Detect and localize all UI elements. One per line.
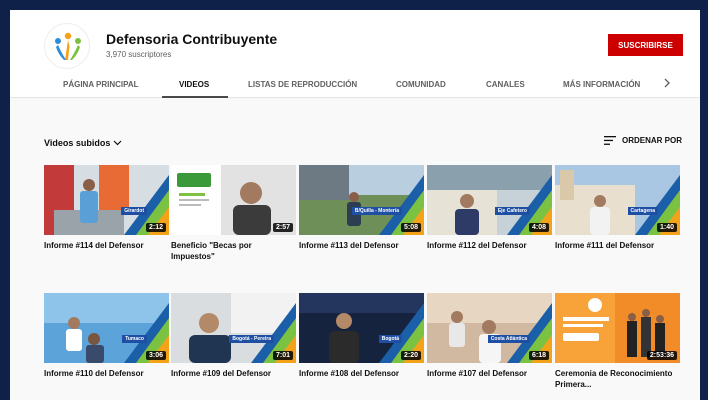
video-title[interactable]: Informe #108 del Defensor — [299, 368, 421, 379]
location-tag: Tumaco — [122, 335, 147, 343]
video-title[interactable]: Informe #109 del Defensor — [171, 368, 293, 379]
tab-videos[interactable]: VIDEOS — [179, 80, 209, 89]
duration-badge: 3:06 — [145, 351, 166, 360]
subscribe-button[interactable]: SUSCRIBIRSE — [608, 34, 683, 56]
video-title[interactable]: Beneficio "Becas por Impuestos" — [171, 240, 293, 262]
video-thumbnail[interactable]: Costa Atlántica 6:18 — [427, 293, 552, 363]
duration-badge: 1:40 — [656, 223, 677, 232]
tab-playlists[interactable]: LISTAS DE REPRODUCCIÓN — [248, 80, 357, 89]
video-thumbnail[interactable]: Eje Cafetero 4:08 — [427, 165, 552, 235]
uploads-dropdown[interactable]: Videos subidos — [44, 138, 122, 148]
video-thumbnail[interactable]: Bogotá - Pereira 7:01 — [171, 293, 296, 363]
location-tag: B/Quilla - Montería — [351, 207, 402, 215]
video-thumbnail[interactable]: Cartagena 1:40 — [555, 165, 680, 235]
duration-badge: 2:53:36 — [646, 351, 677, 360]
video-thumbnail[interactable]: Girardot 2:12 — [44, 165, 169, 235]
duration-badge: 7:01 — [272, 351, 293, 360]
sort-label: ORDENAR POR — [622, 136, 683, 145]
uploads-label: Videos subidos — [44, 138, 111, 148]
duration-badge: 6:18 — [528, 351, 549, 360]
subscriber-count: 3,970 suscriptores — [106, 50, 172, 59]
video-title[interactable]: Informe #110 del Defensor — [44, 368, 166, 379]
tab-home[interactable]: PÁGINA PRINCIPAL — [63, 80, 139, 89]
duration-badge: 2:20 — [400, 351, 421, 360]
video-title[interactable]: Informe #107 del Defensor — [427, 368, 549, 379]
video-thumbnail[interactable]: 2:53:36 — [555, 293, 680, 363]
active-tab-indicator — [162, 96, 228, 98]
duration-badge: 5:08 — [400, 223, 421, 232]
location-tag: Cartagena — [627, 207, 658, 215]
video-title[interactable]: Informe #112 del Defensor — [427, 240, 549, 251]
tab-channels[interactable]: CANALES — [486, 80, 525, 89]
chevron-right-icon[interactable] — [660, 75, 674, 91]
channel-avatar[interactable] — [44, 23, 90, 69]
video-title[interactable]: Ceremonia de Reconocimiento Primera... — [555, 368, 677, 390]
duration-badge: 4:08 — [528, 223, 549, 232]
location-tag: Bogotá — [378, 335, 402, 343]
sort-button[interactable]: ORDENAR POR — [604, 136, 682, 145]
channel-name: Defensoria Contribuyente — [106, 31, 278, 47]
video-thumbnail[interactable]: Bogotá 2:20 — [299, 293, 424, 363]
video-thumbnail[interactable]: Tumaco 3:06 — [44, 293, 169, 363]
youtube-channel-page: Defensoria Contribuyente 3,970 suscripto… — [10, 10, 700, 400]
tab-community[interactable]: COMUNIDAD — [396, 80, 446, 89]
location-tag: Girardot — [121, 207, 147, 215]
location-tag: Eje Cafetero — [494, 207, 530, 215]
video-thumbnail[interactable]: B/Quilla - Montería 5:08 — [299, 165, 424, 235]
tab-about[interactable]: MÁS INFORMACIÓN — [563, 80, 640, 89]
video-title[interactable]: Informe #111 del Defensor — [555, 240, 677, 251]
video-thumbnail[interactable]: 2:57 — [171, 165, 296, 235]
location-tag: Bogotá - Pereira — [229, 335, 274, 343]
video-title[interactable]: Informe #114 del Defensor — [44, 240, 166, 251]
video-title[interactable]: Informe #113 del Defensor — [299, 240, 421, 251]
sort-icon — [604, 136, 616, 145]
channel-logo-icon — [55, 32, 81, 60]
chevron-down-icon — [113, 140, 122, 146]
location-tag: Costa Atlántica — [487, 335, 530, 343]
channel-header: Defensoria Contribuyente 3,970 suscripto… — [10, 10, 700, 98]
duration-badge: 2:12 — [145, 223, 166, 232]
duration-badge: 2:57 — [272, 223, 293, 232]
